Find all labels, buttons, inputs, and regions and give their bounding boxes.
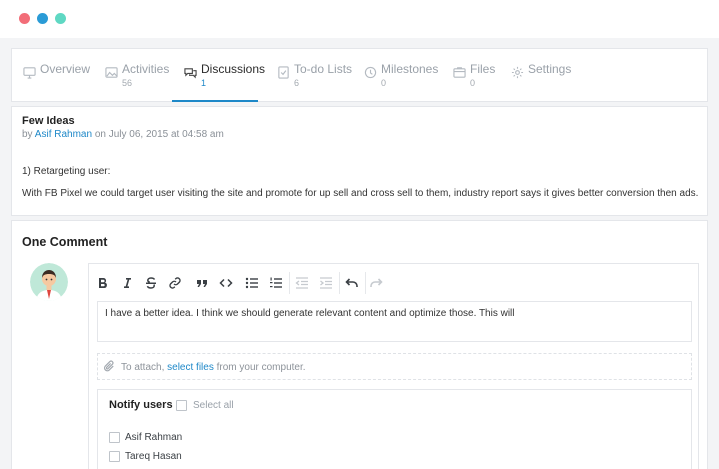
tab-label: Milestones	[381, 62, 439, 76]
numbered-list-button[interactable]	[267, 274, 285, 292]
tab-count: 56	[122, 78, 133, 88]
select-all-label: Select all	[193, 400, 234, 411]
tab-label: Settings	[528, 62, 572, 76]
post-meta-date: on July 06, 2015 at 04:58 am	[92, 129, 224, 140]
tab-count: 6	[294, 78, 300, 88]
post-body-line: With FB Pixel we could target user visit…	[22, 188, 699, 199]
outdent-icon	[295, 277, 308, 289]
post-body-line: 1) Retargeting user:	[22, 166, 111, 177]
undo-button[interactable]	[343, 274, 361, 292]
attach-text: To attach, select files from your comput…	[121, 362, 306, 373]
tab-count: 0	[381, 78, 387, 88]
monitor-icon	[23, 66, 36, 79]
strikethrough-button[interactable]	[142, 274, 160, 292]
minimize-window-button[interactable]	[37, 13, 48, 24]
chat-icon	[184, 66, 197, 79]
tab-label: Overview	[40, 62, 91, 76]
notify-users-panel: Notify users Select all Asif Rahman Tare…	[97, 389, 692, 469]
image-icon	[105, 66, 118, 79]
link-button[interactable]	[166, 274, 184, 292]
gear-icon	[511, 66, 524, 79]
bullet-list-icon	[245, 277, 258, 289]
outdent-button[interactable]	[293, 274, 311, 292]
post-meta-prefix: by	[22, 129, 35, 140]
user-label: Asif Rahman	[125, 432, 183, 443]
post-meta: by Asif Rahman on July 06, 2015 at 04:58…	[22, 129, 224, 140]
comment-editor: I have a better idea. I think we should …	[88, 263, 699, 469]
file-attach-zone[interactable]: To attach, select files from your comput…	[97, 353, 692, 380]
post-title: Few Ideas	[22, 115, 75, 127]
attach-prefix: To attach,	[121, 362, 168, 373]
project-tabs: Overview Activities 56 Discussions 1 To-…	[11, 48, 708, 102]
indent-icon	[320, 277, 332, 289]
tab-count: 0	[470, 78, 476, 88]
tab-label: To-do Lists	[294, 62, 353, 76]
toolbar-separator	[365, 272, 366, 294]
italic-icon	[124, 278, 131, 288]
tab-label: Activities	[122, 62, 170, 76]
toolbar-separator	[339, 272, 340, 294]
discussion-post: Few Ideas by Asif Rahman on July 06, 201…	[11, 106, 708, 216]
select-files-link[interactable]: select files	[167, 362, 214, 373]
clock-icon	[364, 66, 377, 79]
code-icon	[219, 278, 233, 288]
toolbar-separator	[289, 272, 290, 294]
bold-button[interactable]	[94, 274, 112, 292]
numbered-list-icon	[270, 277, 282, 288]
blockquote-button[interactable]	[193, 274, 211, 292]
select-all-checkbox[interactable]	[176, 400, 187, 411]
comment-heading: One Comment	[22, 235, 108, 249]
link-icon	[169, 277, 181, 289]
undo-icon	[345, 278, 358, 287]
paperclip-icon	[103, 360, 116, 373]
tab-label: Discussions	[201, 62, 266, 76]
checklist-icon	[277, 66, 290, 79]
user-checkbox-asif-rahman[interactable]	[109, 432, 120, 443]
avatar	[30, 263, 68, 301]
code-button[interactable]	[217, 274, 235, 292]
quote-icon	[197, 280, 207, 287]
maximize-window-button[interactable]	[55, 13, 66, 24]
indent-button[interactable]	[317, 274, 335, 292]
user-checkbox-tareq-hasan[interactable]	[109, 451, 120, 462]
bold-icon	[99, 278, 107, 289]
close-window-button[interactable]	[19, 13, 30, 24]
redo-icon	[370, 278, 383, 287]
strikethrough-icon	[146, 277, 156, 289]
editor-toolbar	[89, 264, 698, 301]
attach-suffix: from your computer.	[213, 362, 306, 373]
active-tab-indicator	[172, 100, 258, 102]
notify-title: Notify users	[109, 399, 173, 411]
comment-input[interactable]: I have a better idea. I think we should …	[97, 301, 692, 342]
folder-icon	[453, 66, 466, 79]
tab-count: 1	[201, 78, 207, 88]
window-titlebar	[0, 0, 719, 38]
italic-button[interactable]	[118, 274, 136, 292]
tab-label: Files	[470, 62, 496, 76]
post-author-link[interactable]: Asif Rahman	[35, 129, 92, 140]
comment-section: One Comment I have a better idea. I thin…	[11, 220, 708, 469]
user-label: Tareq Hasan	[125, 451, 182, 462]
bullet-list-button[interactable]	[243, 274, 261, 292]
redo-button[interactable]	[367, 274, 385, 292]
